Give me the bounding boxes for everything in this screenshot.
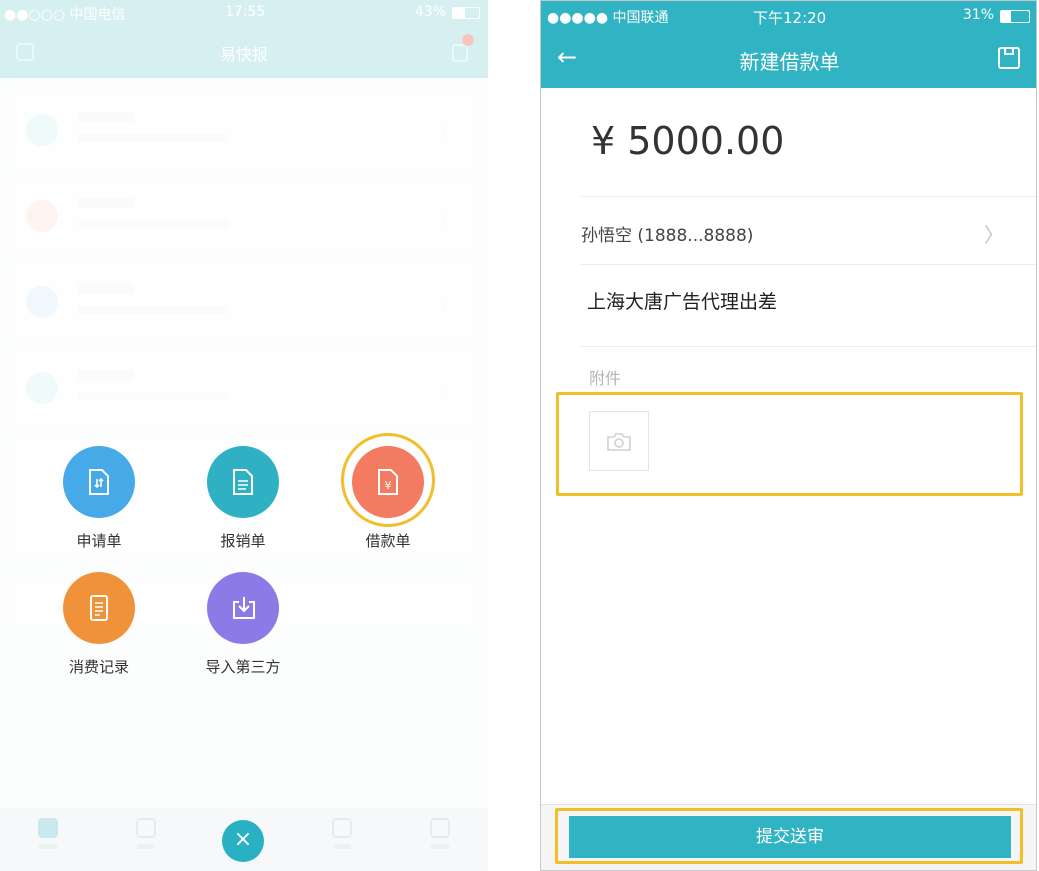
action-label: 借款单 bbox=[365, 532, 411, 550]
document-transfer-icon bbox=[63, 446, 135, 518]
battery-percent: 31% bbox=[962, 7, 994, 23]
action-application[interactable]: 申请单 bbox=[39, 446, 159, 551]
attachment-highlight bbox=[556, 392, 1023, 496]
tab-cart-icon[interactable] bbox=[330, 818, 354, 849]
attachment-label: 附件 bbox=[589, 369, 622, 388]
right-phone-screen: ●●●●● 中国联通 下午12:20 31% ← 新建借款单 ¥ 5000.00… bbox=[540, 0, 1037, 871]
status-time: 17:55 bbox=[225, 4, 266, 20]
action-label: 申请单 bbox=[76, 532, 122, 550]
battery-percent: 43% bbox=[414, 4, 446, 20]
page-title: 易快报 bbox=[219, 45, 268, 64]
highlight-ring bbox=[341, 433, 435, 527]
divider bbox=[581, 264, 1036, 265]
screenshot-root: ●●○○○ 中国电信 17:55 43% 易快报 〉 〉 〉 〉 bbox=[0, 0, 1039, 871]
battery-icon bbox=[1000, 10, 1030, 23]
action-expense-record[interactable]: 消费记录 bbox=[39, 572, 159, 677]
carrier-label: ●●●●● 中国联通 bbox=[547, 10, 669, 26]
nav-bar: ← 新建借款单 bbox=[541, 31, 1036, 88]
close-menu-button[interactable]: × bbox=[222, 820, 264, 862]
tab-stats-icon[interactable] bbox=[134, 818, 158, 849]
action-import-third-party[interactable]: 导入第三方 bbox=[183, 572, 303, 677]
submit-highlight bbox=[555, 808, 1023, 864]
status-bar: ●●●●● 中国联通 下午12:20 31% bbox=[541, 1, 1036, 31]
divider bbox=[581, 346, 1036, 347]
purpose-field[interactable]: 上海大唐广告代理出差 bbox=[587, 287, 777, 314]
divider bbox=[581, 196, 1036, 197]
page-title: 新建借款单 bbox=[739, 50, 840, 74]
action-label: 导入第三方 bbox=[205, 658, 281, 676]
save-draft-icon[interactable] bbox=[998, 47, 1020, 69]
import-tray-icon bbox=[207, 572, 279, 644]
chevron-right-icon[interactable]: 〉 bbox=[984, 219, 1004, 248]
battery-icon bbox=[452, 7, 480, 19]
status-time: 下午12:20 bbox=[753, 9, 827, 27]
left-phone-screen: ●●○○○ 中国电信 17:55 43% 易快报 〉 〉 〉 〉 bbox=[0, 0, 488, 871]
tab-profile-icon[interactable] bbox=[428, 818, 452, 849]
action-label: 消费记录 bbox=[68, 658, 129, 676]
carrier-label: ●●○○○ 中国电信 bbox=[4, 7, 126, 23]
tab-home-icon[interactable] bbox=[36, 818, 60, 849]
loan-amount[interactable]: ¥ 5000.00 bbox=[591, 119, 784, 163]
notification-badge bbox=[462, 34, 474, 46]
action-reimbursement[interactable]: 报销单 bbox=[183, 446, 303, 551]
nav-bar: 易快报 bbox=[0, 24, 488, 78]
status-bar: ●●○○○ 中国电信 17:55 43% bbox=[0, 0, 488, 24]
document-lines-icon bbox=[207, 446, 279, 518]
notification-icon[interactable] bbox=[452, 44, 468, 62]
payee-field[interactable]: 孙悟空 (1888...8888) bbox=[581, 221, 753, 246]
receipt-icon bbox=[63, 572, 135, 644]
action-label: 报销单 bbox=[220, 532, 266, 550]
